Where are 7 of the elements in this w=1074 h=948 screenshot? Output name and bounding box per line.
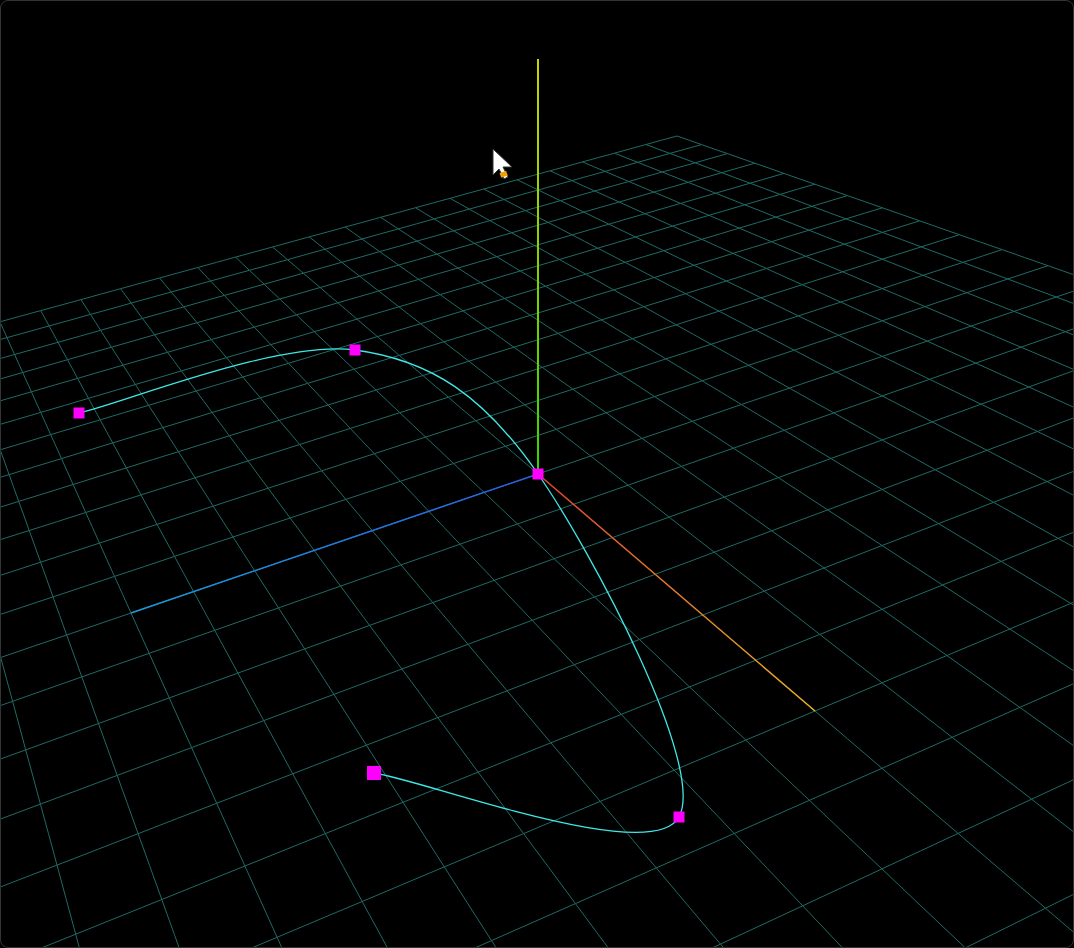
control-point-handle[interactable] xyxy=(532,468,544,480)
control-point-handle[interactable] xyxy=(367,766,381,780)
cursor-icon xyxy=(492,148,513,180)
control-point-handle[interactable] xyxy=(673,811,685,823)
control-point-handle[interactable] xyxy=(73,407,85,419)
control-point-handle[interactable] xyxy=(349,344,361,356)
viewport[interactable] xyxy=(0,0,1074,948)
